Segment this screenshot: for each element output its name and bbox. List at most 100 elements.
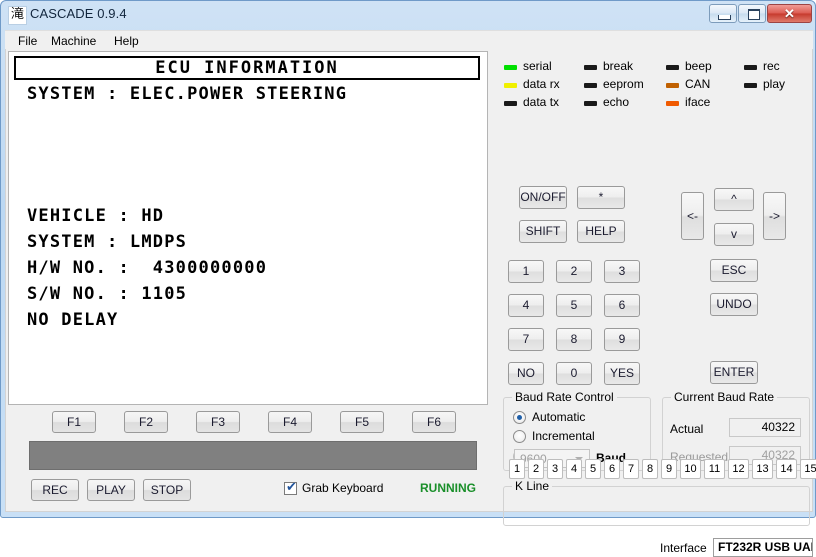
led-label: rec bbox=[763, 59, 780, 73]
baud-rate-control-title: Baud Rate Control bbox=[512, 390, 617, 404]
interface-value: FT232R USB UART bbox=[713, 538, 813, 557]
actual-baud-value: 40322 bbox=[729, 418, 801, 437]
terminal-line-system: SYSTEM : LMDPS bbox=[27, 232, 188, 252]
help-button[interactable]: HELP bbox=[577, 220, 625, 243]
key-5[interactable]: 5 bbox=[556, 294, 592, 317]
key-7[interactable]: 7 bbox=[508, 328, 544, 351]
break-led-icon bbox=[584, 65, 597, 70]
minimize-button[interactable] bbox=[709, 4, 737, 23]
k-line-button-3[interactable]: 3 bbox=[547, 459, 563, 479]
k-line-button-8[interactable]: 8 bbox=[642, 459, 658, 479]
close-button[interactable]: ✕ bbox=[767, 4, 812, 23]
led-label: CAN bbox=[685, 77, 711, 91]
terminal-line-sw-no: S/W NO. : 1105 bbox=[27, 284, 188, 304]
menu-bar: File Machine Help bbox=[5, 30, 813, 50]
terminal-line-delay: NO DELAY bbox=[27, 310, 119, 330]
undo-button[interactable]: UNDO bbox=[710, 293, 758, 316]
k-line-group: K Line bbox=[503, 479, 810, 526]
k-line-button-2[interactable]: 2 bbox=[528, 459, 544, 479]
activity-progress-bar bbox=[29, 441, 477, 470]
terminal-line-vehicle: VEHICLE : HD bbox=[27, 206, 165, 226]
beep-led-icon bbox=[666, 65, 679, 70]
led-label: play bbox=[763, 77, 786, 91]
data-tx-led-icon bbox=[504, 101, 517, 106]
k-line-button-4[interactable]: 4 bbox=[566, 459, 582, 479]
k-line-button-1[interactable]: 1 bbox=[509, 459, 525, 479]
key-1[interactable]: 1 bbox=[508, 260, 544, 283]
k-line-button-5[interactable]: 5 bbox=[585, 459, 601, 479]
key-0[interactable]: 0 bbox=[556, 362, 592, 385]
key-9[interactable]: 9 bbox=[604, 328, 640, 351]
can-led-icon bbox=[666, 83, 679, 88]
status-badge: RUNNING bbox=[420, 481, 476, 495]
client-area: ECU INFORMATION SYSTEM : ELEC.POWER STEE… bbox=[5, 49, 816, 557]
terminal-line-hw-no: H/W NO. : 4300000000 bbox=[27, 258, 268, 278]
function-key-f1[interactable]: F1 bbox=[52, 411, 96, 433]
check-icon: ✔ bbox=[286, 479, 297, 494]
checkbox-box: ✔ bbox=[284, 479, 297, 495]
function-key-f6[interactable]: F6 bbox=[412, 411, 456, 433]
k-line-button-14[interactable]: 14 bbox=[776, 459, 797, 479]
title-bar: 滝 CASCADE 0.9.4 ✕ bbox=[1, 1, 816, 29]
radio-incremental[interactable] bbox=[513, 430, 526, 443]
iface-led-icon bbox=[666, 101, 679, 106]
left-arrow-button[interactable]: <- bbox=[681, 192, 704, 240]
shift-button[interactable]: SHIFT bbox=[519, 220, 567, 243]
actual-baud-label: Actual bbox=[670, 422, 704, 436]
up-arrow-button[interactable]: ^ bbox=[714, 188, 754, 211]
led-label: break bbox=[603, 59, 634, 73]
function-key-f5[interactable]: F5 bbox=[340, 411, 384, 433]
k-line-button-7[interactable]: 7 bbox=[623, 459, 639, 479]
k-line-button-9[interactable]: 9 bbox=[661, 459, 677, 479]
maximize-button[interactable] bbox=[738, 4, 766, 23]
k-line-title: K Line bbox=[512, 479, 553, 493]
led-label: beep bbox=[685, 59, 712, 73]
onoff-button[interactable]: ON/OFF bbox=[519, 186, 567, 209]
play-button[interactable]: PLAY bbox=[87, 479, 135, 501]
window-title: CASCADE 0.9.4 bbox=[30, 6, 127, 21]
key-3[interactable]: 3 bbox=[604, 260, 640, 283]
down-arrow-button[interactable]: v bbox=[714, 223, 754, 246]
app-icon: 滝 bbox=[8, 6, 27, 25]
function-key-f2[interactable]: F2 bbox=[124, 411, 168, 433]
radio-selected-icon bbox=[517, 415, 522, 420]
radio-automatic-label: Automatic bbox=[532, 410, 586, 424]
right-arrow-button[interactable]: -> bbox=[763, 192, 786, 240]
led-label: serial bbox=[523, 59, 552, 73]
yes-button[interactable]: YES bbox=[604, 362, 640, 385]
k-line-button-6[interactable]: 6 bbox=[604, 459, 620, 479]
function-key-f3[interactable]: F3 bbox=[196, 411, 240, 433]
menu-item-help[interactable]: Help bbox=[109, 33, 144, 49]
menu-item-machine[interactable]: Machine bbox=[46, 33, 101, 49]
key-8[interactable]: 8 bbox=[556, 328, 592, 351]
esc-button[interactable]: ESC bbox=[710, 259, 758, 282]
key-6[interactable]: 6 bbox=[604, 294, 640, 317]
radio-automatic[interactable] bbox=[513, 411, 526, 424]
eeprom-led-icon bbox=[584, 83, 597, 88]
asterisk-button[interactable]: * bbox=[577, 186, 625, 209]
menu-item-file[interactable]: File bbox=[13, 33, 42, 49]
k-line-button-13[interactable]: 13 bbox=[752, 459, 773, 479]
rec-led-icon bbox=[744, 65, 757, 70]
rec-button[interactable]: REC bbox=[31, 479, 79, 501]
terminal-line-system-name: SYSTEM : ELEC.POWER STEERING bbox=[27, 84, 348, 104]
enter-button[interactable]: ENTER bbox=[710, 361, 758, 384]
k-line-button-15[interactable]: 15 bbox=[800, 459, 816, 479]
key-4[interactable]: 4 bbox=[508, 294, 544, 317]
close-icon: ✕ bbox=[784, 6, 795, 21]
minimize-icon bbox=[718, 15, 731, 20]
k-line-button-10[interactable]: 10 bbox=[680, 459, 701, 479]
k-line-button-12[interactable]: 12 bbox=[728, 459, 749, 479]
led-label: echo bbox=[603, 95, 630, 109]
grab-keyboard-label: Grab Keyboard bbox=[302, 481, 384, 495]
led-label: data rx bbox=[523, 77, 560, 91]
k-line-button-11[interactable]: 11 bbox=[704, 459, 725, 479]
stop-button[interactable]: STOP bbox=[143, 479, 191, 501]
no-button[interactable]: NO bbox=[508, 362, 544, 385]
ecu-terminal-display[interactable]: ECU INFORMATION SYSTEM : ELEC.POWER STEE… bbox=[8, 51, 488, 405]
key-2[interactable]: 2 bbox=[556, 260, 592, 283]
led-label: data tx bbox=[523, 95, 560, 109]
application-window: 滝 CASCADE 0.9.4 ✕ File Machine Help ECU … bbox=[0, 0, 816, 557]
function-key-f4[interactable]: F4 bbox=[268, 411, 312, 433]
radio-incremental-label: Incremental bbox=[532, 429, 595, 443]
